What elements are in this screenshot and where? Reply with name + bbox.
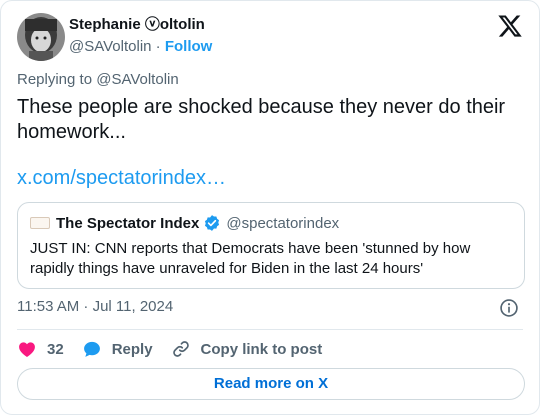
info-icon[interactable] [499,298,519,318]
quoted-author-name: The Spectator Index [56,214,200,232]
author-name[interactable]: Stephanie ⓥoltolin [69,15,212,35]
x-logo-icon[interactable] [497,13,523,39]
verified-badge-icon [205,215,220,231]
author-block: Stephanie ⓥoltolin @SAVoltolin · Follow [69,15,212,57]
separator-dot: · [155,38,161,55]
post-timestamp[interactable]: 11:53 AM · Jul 11, 2024 [17,298,173,315]
reply-icon [83,341,100,357]
quoted-post-text: JUST IN: CNN reports that Democrats have… [30,240,471,277]
embedded-post-card: Stephanie ⓥoltolin @SAVoltolin · Follow … [0,0,540,415]
replying-to: Replying to @SAVoltolin [17,71,179,88]
quoted-post[interactable]: The Spectator Index @spectatorindex JUST… [17,202,525,289]
author-handle[interactable]: @SAVoltolin [69,38,152,55]
heart-icon [19,342,35,357]
follow-button[interactable]: Follow [165,38,213,55]
divider [17,329,523,330]
action-bar: 32 Reply Copy link to post [17,337,340,361]
link-icon [172,341,189,357]
read-more-button[interactable]: Read more on X [17,368,525,400]
reply-button[interactable]: Reply [82,339,153,359]
tweet-text: These people are shocked because they ne… [17,96,506,143]
quoted-author-handle: @spectatorindex [226,214,340,232]
avatar[interactable] [17,13,65,61]
like-button[interactable]: 32 [17,339,64,359]
quoted-post-header: The Spectator Index @spectatorindex [30,213,512,233]
spectator-index-avatar [30,217,50,229]
tweet-link[interactable]: x.com/spectatorindex… [17,166,226,191]
author-meta: @SAVoltolin · Follow [69,37,212,57]
reply-label: Reply [111,340,153,358]
copy-link-label: Copy link to post [200,340,323,358]
like-count: 32 [47,340,64,358]
copy-link-button[interactable]: Copy link to post [171,339,323,359]
